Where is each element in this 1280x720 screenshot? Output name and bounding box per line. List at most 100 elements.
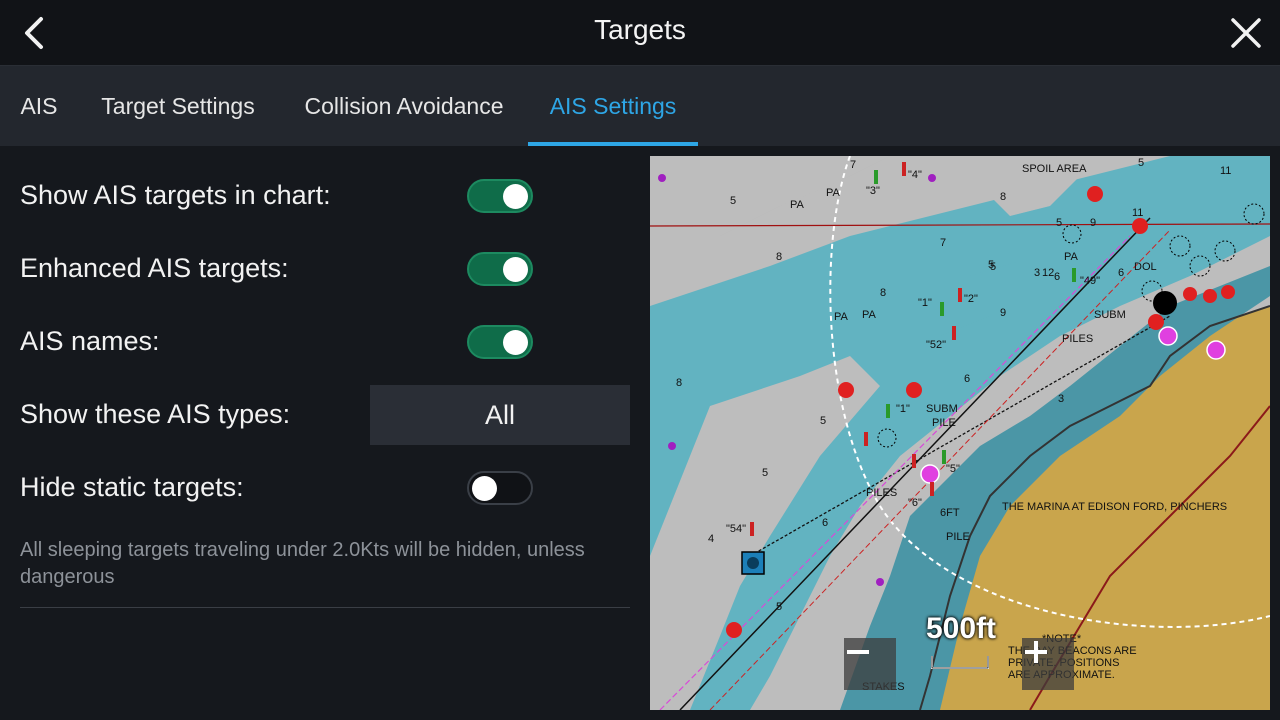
hide-static-label: Hide static targets:	[20, 472, 244, 502]
settings-panel: Show AIS targets in chart: Enhanced AIS …	[0, 146, 640, 720]
ais-names-label: AIS names:	[20, 326, 160, 356]
depth-sounding: 6	[964, 373, 970, 385]
spoil-area-label: SPOIL AREA	[1022, 163, 1087, 175]
tab-ais-settings[interactable]: AIS Settings	[528, 66, 698, 146]
zoom-out-button[interactable]	[844, 638, 896, 690]
page-title: Targets	[594, 14, 686, 45]
beacon-icon	[864, 432, 868, 446]
enhanced-ais-label: Enhanced AIS targets:	[20, 253, 289, 283]
piles-label: PILES	[866, 487, 897, 499]
pile-label: PILE	[946, 531, 970, 543]
depth-sounding: 5	[1138, 157, 1144, 169]
red-marker	[1221, 285, 1235, 299]
beacon-label: "52"	[926, 339, 946, 351]
ais-names-toggle[interactable]	[467, 325, 533, 359]
toggle-knob	[503, 257, 528, 282]
depth-sounding: 3	[1034, 267, 1040, 279]
black-marker	[1153, 291, 1177, 315]
subm-label: SUBM	[926, 403, 958, 415]
depth-sounding: 5	[730, 195, 736, 207]
depth-sounding: 5	[820, 415, 826, 427]
divider	[20, 607, 630, 608]
red-marker	[1087, 186, 1103, 202]
tab-target-settings[interactable]: Target Settings	[78, 66, 278, 146]
depth-sounding: 5	[776, 601, 782, 613]
red-marker	[1148, 314, 1164, 330]
depth-sounding: 8	[776, 251, 782, 263]
depth-sounding: 8	[1000, 191, 1006, 203]
scale-label: 500ft	[926, 612, 997, 645]
beacon-icon	[930, 482, 934, 496]
beacon-label: "1"	[918, 297, 932, 309]
show-ais-targets-toggle[interactable]	[467, 179, 533, 213]
beacon-icon	[942, 450, 946, 464]
own-vessel-dot	[747, 557, 759, 569]
depth-sounding: 7	[940, 237, 946, 249]
minus-icon	[847, 650, 869, 654]
six-ft-label: 6FT	[940, 507, 960, 519]
beacon-label: "6"	[908, 497, 922, 509]
beacon-label: "4"	[908, 169, 922, 181]
ais-target-icon	[920, 464, 940, 484]
depth-sounding: 11	[1220, 165, 1231, 177]
row-ais-types: Show these AIS types: All	[20, 378, 630, 451]
red-marker	[1183, 287, 1197, 301]
row-show-ais-targets: Show AIS targets in chart:	[20, 159, 630, 232]
row-hide-static: Hide static targets:	[20, 451, 630, 524]
beacon-icon	[1072, 268, 1076, 282]
depth-sounding: 5	[762, 467, 768, 479]
bird-marker-icon	[668, 442, 676, 450]
beacon-label: "5"	[946, 463, 960, 475]
row-ais-names: AIS names:	[20, 305, 630, 378]
ais-types-select[interactable]: All	[370, 385, 630, 445]
tab-collision-avoidance[interactable]: Collision Avoidance	[280, 66, 528, 146]
sleeping-targets-note: All sleeping targets traveling under 2.0…	[20, 539, 585, 588]
subm-label: SUBM	[1094, 309, 1126, 321]
ais-types-label: Show these AIS types:	[20, 399, 291, 429]
close-button[interactable]	[1224, 12, 1268, 54]
red-marker	[906, 382, 922, 398]
depth-sounding: 8	[676, 377, 682, 389]
depth-sounding: 9	[1000, 307, 1006, 319]
tab-ais[interactable]: AIS	[0, 66, 78, 146]
beacon-icon	[952, 326, 956, 340]
depth-sounding: 11	[1132, 207, 1143, 219]
toggle-knob	[472, 476, 497, 501]
pile-label: PILE	[932, 417, 956, 429]
red-marker	[726, 622, 742, 638]
red-marker	[1132, 218, 1148, 234]
chart-preview[interactable]: 5 8 7 7 5 9 8 8 6 5 5 4 5 6 6 3 8 5 9 6 …	[650, 156, 1270, 710]
piles-label: PILES	[1062, 333, 1093, 345]
zoom-in-button[interactable]	[1022, 638, 1074, 690]
red-marker	[1203, 289, 1217, 303]
chart-label-pa: PA	[862, 309, 877, 321]
hide-static-toggle[interactable]	[467, 471, 533, 505]
beacon-label: "3"	[866, 185, 880, 197]
depth-sounding: 5	[988, 259, 994, 271]
beacon-icon	[912, 454, 916, 468]
depth-sounding: 3	[1058, 393, 1064, 405]
depth-sounding: 9	[1090, 217, 1096, 229]
chart-label-pa: PA	[834, 311, 849, 323]
ais-target-icon	[1206, 340, 1226, 360]
enhanced-ais-toggle[interactable]	[467, 252, 533, 286]
bird-marker-icon	[658, 174, 666, 182]
chart-label-dol: DOL	[1134, 261, 1157, 273]
chart-label-pa: PA	[790, 199, 805, 211]
beacon-icon	[940, 302, 944, 316]
row-enhanced-ais: Enhanced AIS targets:	[20, 232, 630, 305]
marina-label: THE MARINA AT EDISON FORD, PINCHERS	[1002, 501, 1227, 513]
depth-sounding: 6	[1118, 267, 1124, 279]
show-ais-targets-label: Show AIS targets in chart:	[20, 180, 331, 210]
beacon-label: "49"	[1080, 275, 1100, 287]
beacon-label: "54"	[726, 523, 746, 535]
plus-icon	[1025, 641, 1047, 663]
depth-sounding: 8	[880, 287, 886, 299]
beacon-icon	[886, 404, 890, 418]
beacon-icon	[902, 162, 906, 176]
beacon-label: "2"	[964, 293, 978, 305]
chart-label-pa: PA	[826, 187, 841, 199]
toggle-knob	[503, 330, 528, 355]
toggle-knob	[503, 184, 528, 209]
close-icon	[1231, 18, 1261, 48]
